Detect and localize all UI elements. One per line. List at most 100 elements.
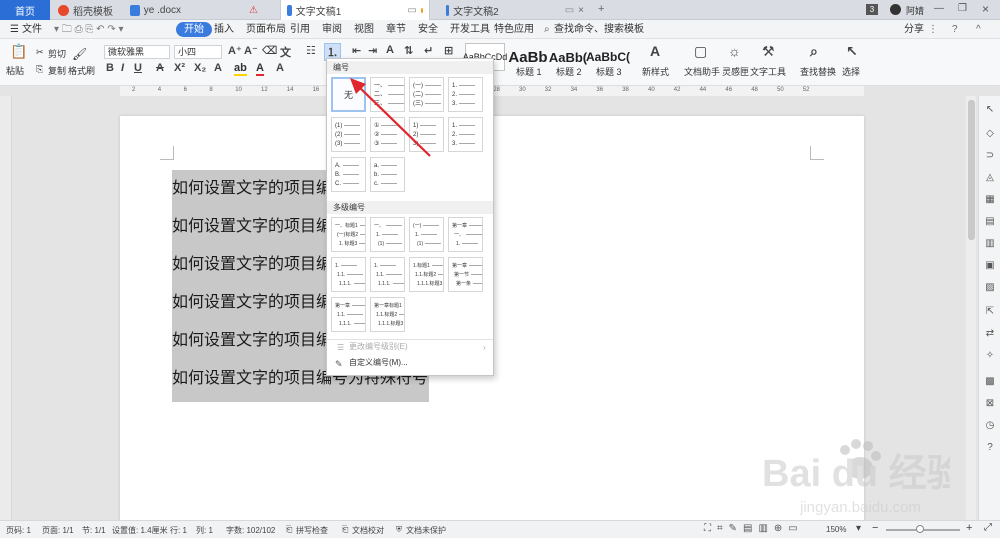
multilevel-option[interactable]: 一、 1. (1) (370, 217, 405, 252)
menu-view[interactable]: 视图 (350, 22, 378, 37)
magnifier-icon[interactable]: ⌕ (810, 43, 818, 60)
fit-icon[interactable]: ⤢ (984, 522, 992, 533)
subscript-icon[interactable]: X₂ (194, 62, 206, 74)
text-effect-icon[interactable]: A (214, 62, 222, 74)
font-size-select[interactable]: 小四 (174, 45, 222, 59)
font-color-icon[interactable]: A (256, 62, 264, 76)
transfer-icon[interactable]: ⇄ (984, 328, 996, 340)
table-icon[interactable]: ⊞ (444, 44, 453, 57)
format-painter-icon[interactable]: 🖌 (72, 47, 87, 61)
vertical-ruler[interactable] (0, 96, 12, 520)
document-line[interactable]: 如何设置文字的项目编号 (172, 322, 326, 360)
status-words[interactable]: 字数: 102/102 (226, 525, 275, 536)
status-setting[interactable]: 设置值: 1.4厘米 (112, 525, 168, 536)
more-icon[interactable]: ⋮ (924, 22, 942, 37)
gallery-icon[interactable]: ▩ (984, 376, 996, 388)
pinyin-icon[interactable]: 文 (280, 44, 291, 60)
quick-access-icons[interactable]: ▾ 🗀 ⎙ ⎘ ↶ ↷ ▾ (50, 22, 127, 37)
share-icon[interactable]: ⇱ (984, 306, 996, 318)
multilevel-option[interactable]: 第一章 一、 1. (448, 217, 483, 252)
menu-file[interactable]: 文件 (18, 22, 46, 37)
zoom-dropdown-icon[interactable]: ▾ (856, 523, 861, 534)
menu-references[interactable]: 引用 (286, 22, 314, 37)
new-style-button[interactable]: 新样式 (642, 65, 669, 78)
menu-page-layout[interactable]: 页面布局 (242, 22, 290, 37)
spellcheck-button[interactable]: 拼写检查 (296, 525, 328, 536)
document-line[interactable]: 如何设置文字的项目编号 (172, 170, 326, 208)
find-replace-button[interactable]: 查找替换 (800, 65, 836, 78)
clear-format-icon[interactable]: ⌫ (262, 44, 278, 57)
char-border-icon[interactable]: A (276, 62, 284, 74)
menu-developer[interactable]: 开发工具 (446, 22, 494, 37)
multilevel-option[interactable]: 一、标题1 (一)标题2 1. 标题3 (331, 217, 366, 252)
increase-indent-icon[interactable]: ⇥ (368, 44, 377, 57)
zoom-out-icon[interactable]: − (872, 522, 878, 534)
format-painter-button[interactable]: 格式刷 (68, 64, 95, 77)
image-icon[interactable]: ▨ (984, 282, 996, 294)
cut-button[interactable]: 剪切 (48, 47, 66, 60)
select-icon[interactable]: ↖ (984, 104, 996, 116)
multilevel-option[interactable]: 1.标题1 1.1.标题2 1.1.1.标题3 (409, 257, 444, 292)
doc-helper-button[interactable]: 文档助手 (684, 65, 720, 78)
document-line[interactable]: 如何设置文字的项目编号 (172, 246, 326, 284)
strikethrough-icon[interactable]: A (156, 62, 164, 74)
wrench-icon[interactable]: ⚒ (762, 43, 775, 60)
status-row[interactable]: 行: 1 (170, 525, 187, 536)
link-icon[interactable]: ⊃ (984, 150, 996, 162)
multilevel-option[interactable]: 第一章 第一节 第一条 (448, 257, 483, 292)
lightbulb-icon[interactable]: ☼ (728, 43, 741, 59)
shapes-icon[interactable]: ◇ (984, 128, 996, 140)
proofread-button[interactable]: 文档校对 (352, 525, 384, 536)
restore-icon[interactable]: ❐ (958, 3, 967, 14)
sort-icon[interactable]: ⇅ (404, 44, 413, 57)
underline-icon[interactable]: U (134, 62, 142, 74)
multilevel-option[interactable]: (一) 1. (1) (409, 217, 444, 252)
status-col[interactable]: 列: 1 (196, 525, 213, 536)
paste-icon[interactable]: 📋 (10, 43, 27, 60)
status-pages[interactable]: 页面: 1/1 (42, 525, 74, 536)
superscript-icon[interactable]: X² (174, 62, 185, 74)
paragraph-mark-icon[interactable]: ↵ (424, 44, 433, 57)
grid-icon[interactable]: ▦ (984, 194, 996, 206)
close-icon[interactable]: × (578, 5, 584, 16)
menu-insert[interactable]: 插入 (210, 22, 238, 37)
table-icon[interactable]: ▤ (984, 216, 996, 228)
document-line[interactable]: 如何设置文字的项目编号 (172, 208, 326, 246)
highlight-icon[interactable]: ab (234, 62, 247, 76)
zoom-slider-handle[interactable] (916, 525, 924, 533)
help-circle-icon[interactable]: ? (984, 442, 996, 454)
copy-icon[interactable]: ⎘ (36, 64, 43, 75)
history-icon[interactable]: ◷ (984, 420, 996, 432)
paste-button[interactable]: 粘贴 (6, 64, 24, 77)
minimize-icon[interactable]: — (934, 3, 944, 14)
command-search[interactable]: 查找命令、搜索模板 (550, 22, 648, 37)
template-icon[interactable]: ⊠ (984, 398, 996, 410)
multilevel-option[interactable]: 1. 1.1. 1.1.1. (331, 257, 366, 292)
user-name[interactable]: 阿婧 (906, 4, 924, 17)
select-button[interactable]: 选择 (842, 65, 860, 78)
custom-numbering-menu-item[interactable]: 自定义编号(M)... (349, 355, 408, 371)
chart-icon[interactable]: ▥ (984, 238, 996, 250)
bullets-icon[interactable]: ☷ (306, 44, 316, 57)
numbering-option[interactable]: 1. 2. 3. (448, 117, 483, 152)
cut-icon[interactable]: ✂ (36, 47, 44, 58)
protect-status[interactable]: 文档未保护 (406, 525, 446, 536)
text-box-icon[interactable]: ▣ (984, 260, 996, 272)
menu-special[interactable]: 特色应用 (490, 22, 538, 37)
spark-icon[interactable]: ✧ (984, 350, 996, 362)
menu-chapter[interactable]: 章节 (382, 22, 410, 37)
new-tab-icon[interactable]: + (598, 3, 604, 15)
menu-review[interactable]: 审阅 (318, 22, 346, 37)
status-section[interactable]: 节: 1/1 (82, 525, 106, 536)
avatar[interactable] (890, 4, 901, 15)
tab-home[interactable]: 首页 (0, 0, 50, 20)
font-name-select[interactable]: 微软雅黑 (104, 45, 170, 59)
menu-security[interactable]: 安全 (414, 22, 442, 37)
menu-start[interactable]: 开始 (176, 22, 212, 37)
zoom-in-icon[interactable]: + (966, 522, 972, 534)
tab-document-2[interactable]: 文字文稿2 ▭ × (440, 0, 590, 20)
multilevel-option[interactable]: 1. 1.1. 1.1.1. (370, 257, 405, 292)
copy-button[interactable]: 复制 (48, 64, 66, 77)
collapse-ribbon-icon[interactable]: ^ (972, 22, 985, 37)
shrink-font-icon[interactable]: A⁻ (244, 44, 258, 57)
